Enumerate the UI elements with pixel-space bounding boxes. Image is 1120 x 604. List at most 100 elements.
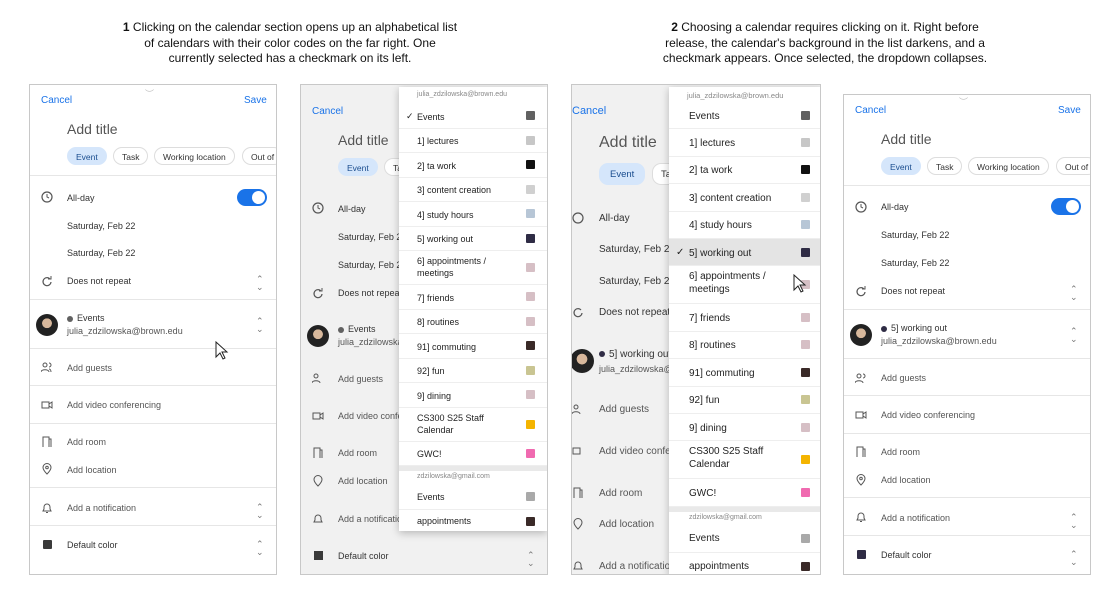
chip-task[interactable]: Task bbox=[927, 157, 963, 175]
save-button[interactable]: Save bbox=[1058, 105, 1081, 116]
calendar-option[interactable]: 1] lectures bbox=[669, 129, 820, 157]
start-date[interactable]: Saturday, Feb 22 bbox=[599, 244, 675, 255]
calendar-option[interactable]: 7] friends bbox=[399, 285, 547, 310]
chip-event[interactable]: Event bbox=[67, 147, 107, 165]
calendar-select[interactable]: Events bbox=[67, 313, 105, 323]
calendar-option[interactable]: 7] friends bbox=[669, 304, 820, 332]
calendar-option[interactable]: 91] commuting bbox=[399, 334, 547, 359]
add-room[interactable]: Add room bbox=[67, 437, 106, 447]
start-date[interactable]: Saturday, Feb 22 bbox=[338, 232, 406, 242]
cancel-button[interactable]: Cancel bbox=[572, 105, 606, 117]
calendar-option[interactable]: GWC! bbox=[669, 479, 820, 507]
calendar-option[interactable]: 3] content creation bbox=[399, 178, 547, 202]
add-video-conferencing[interactable]: Add video conferencing bbox=[67, 400, 161, 410]
chip-working-location[interactable]: Working location bbox=[968, 157, 1049, 175]
calendar-option[interactable]: 1] lectures bbox=[399, 129, 547, 153]
color-select[interactable]: Default color bbox=[67, 540, 118, 550]
calendar-option-label: 2] ta work bbox=[689, 165, 733, 177]
repeat-select[interactable]: Does not repeat bbox=[599, 307, 670, 318]
calendar-option[interactable]: 2] ta work bbox=[669, 157, 820, 185]
chip-out-of[interactable]: Out of bbox=[242, 147, 276, 165]
calendar-option[interactable]: 92] fun bbox=[669, 387, 820, 414]
allday-toggle[interactable] bbox=[237, 189, 267, 206]
calendar-option[interactable]: 92] fun bbox=[399, 359, 547, 383]
end-date[interactable]: Saturday, Feb 22 bbox=[67, 248, 135, 258]
calendar-option[interactable]: CS300 S25 Staff Calendar bbox=[399, 408, 547, 442]
calendar-option[interactable]: ✓ Events bbox=[399, 104, 547, 129]
add-notification[interactable]: Add a notification bbox=[338, 514, 407, 524]
add-location[interactable]: Add location bbox=[881, 475, 931, 485]
end-date[interactable]: Saturday, Feb 22 bbox=[599, 276, 675, 287]
checkmark-icon: ✓ bbox=[406, 110, 414, 121]
chip-event[interactable]: Event bbox=[338, 158, 378, 176]
add-room[interactable]: Add room bbox=[881, 447, 920, 457]
add-guests[interactable]: Add guests bbox=[338, 374, 383, 384]
calendar-option[interactable]: 91] commuting bbox=[669, 359, 820, 387]
allday-toggle[interactable] bbox=[1051, 198, 1081, 215]
add-location[interactable]: Add location bbox=[599, 519, 654, 530]
add-room[interactable]: Add room bbox=[599, 488, 642, 499]
calendar-option[interactable]: 4] study hours bbox=[399, 202, 547, 227]
calendar-option[interactable]: 2] ta work bbox=[399, 153, 547, 178]
calendar-option[interactable]: 5] working out bbox=[399, 227, 547, 251]
repeat-select[interactable]: Does not repeat bbox=[881, 286, 945, 296]
add-guests[interactable]: Add guests bbox=[599, 404, 649, 415]
chip-working-location[interactable]: Working location bbox=[154, 147, 235, 165]
calendar-option[interactable]: GWC! bbox=[399, 442, 547, 466]
save-button[interactable]: Save bbox=[244, 95, 267, 106]
calendar-option-label: Events bbox=[417, 491, 445, 502]
color-swatch bbox=[526, 209, 535, 219]
calendar-option[interactable]: appointments bbox=[399, 510, 547, 532]
add-location[interactable]: Add location bbox=[338, 476, 388, 486]
calendar-option[interactable]: Events bbox=[669, 102, 820, 130]
chip-event[interactable]: Event bbox=[599, 163, 646, 185]
add-guests[interactable]: Add guests bbox=[881, 373, 926, 383]
repeat-select[interactable]: Does not repeat bbox=[67, 276, 131, 286]
calendar-option[interactable]: CS300 S25 Staff Calendar bbox=[669, 441, 820, 480]
calendar-option[interactable]: appointments bbox=[669, 553, 820, 574]
calendar-option[interactable]: 8] routines bbox=[399, 310, 547, 334]
calendar-option[interactable]: 6] appointments / meetings bbox=[399, 251, 547, 285]
calendar-option[interactable]: Events bbox=[669, 526, 820, 554]
calendar-option[interactable]: 3] content creation bbox=[669, 184, 820, 212]
end-date[interactable]: Saturday, Feb 22 bbox=[338, 260, 406, 270]
calendar-option-label: Events bbox=[417, 111, 445, 122]
add-video-conferencing[interactable]: Add video conferencing bbox=[881, 410, 975, 420]
calendar-option[interactable]: 9] dining bbox=[399, 383, 547, 408]
chip-event[interactable]: Event bbox=[881, 157, 921, 175]
chip-out-of[interactable]: Out of bbox=[1056, 157, 1090, 175]
title-input[interactable]: Add title bbox=[599, 134, 657, 152]
start-date[interactable]: Saturday, Feb 22 bbox=[881, 230, 949, 240]
calendar-select[interactable]: 5] working out bbox=[599, 349, 671, 360]
calendar-option[interactable]: 9] dining bbox=[669, 414, 820, 442]
calendar-option[interactable]: 4] study hours bbox=[669, 212, 820, 239]
calendar-select[interactable]: 5] working out bbox=[881, 323, 947, 333]
title-input[interactable]: Add title bbox=[338, 132, 389, 148]
drag-handle[interactable]: ︶ bbox=[145, 87, 154, 100]
cancel-button[interactable]: Cancel bbox=[855, 105, 886, 116]
color-select[interactable]: Default color bbox=[338, 551, 389, 561]
cancel-button[interactable]: Cancel bbox=[41, 95, 72, 106]
allday-label: All-day bbox=[67, 193, 95, 203]
drag-handle[interactable]: ︶ bbox=[959, 95, 968, 108]
calendar-option[interactable]: ✓ 5] working out bbox=[669, 239, 820, 267]
end-date[interactable]: Saturday, Feb 22 bbox=[881, 258, 949, 268]
add-notification[interactable]: Add a notification bbox=[881, 513, 950, 523]
color-swatch bbox=[526, 341, 535, 351]
start-date[interactable]: Saturday, Feb 22 bbox=[67, 221, 135, 231]
color-select[interactable]: Default color bbox=[881, 550, 932, 560]
title-input[interactable]: Add title bbox=[67, 121, 118, 137]
calendar-option[interactable]: 8] routines bbox=[669, 332, 820, 360]
cancel-button[interactable]: Cancel bbox=[312, 106, 343, 117]
add-notification[interactable]: Add a notification bbox=[67, 503, 136, 513]
add-notification[interactable]: Add a notification bbox=[599, 561, 676, 572]
calendar-select[interactable]: Events bbox=[338, 324, 376, 334]
add-location[interactable]: Add location bbox=[67, 465, 117, 475]
chip-task[interactable]: Task bbox=[113, 147, 149, 165]
add-room[interactable]: Add room bbox=[338, 448, 377, 458]
repeat-select[interactable]: Does not repeat bbox=[338, 288, 402, 298]
add-guests[interactable]: Add guests bbox=[67, 363, 112, 373]
calendar-option[interactable]: Events bbox=[399, 485, 547, 510]
title-input[interactable]: Add title bbox=[881, 131, 932, 147]
video-icon bbox=[41, 401, 53, 409]
